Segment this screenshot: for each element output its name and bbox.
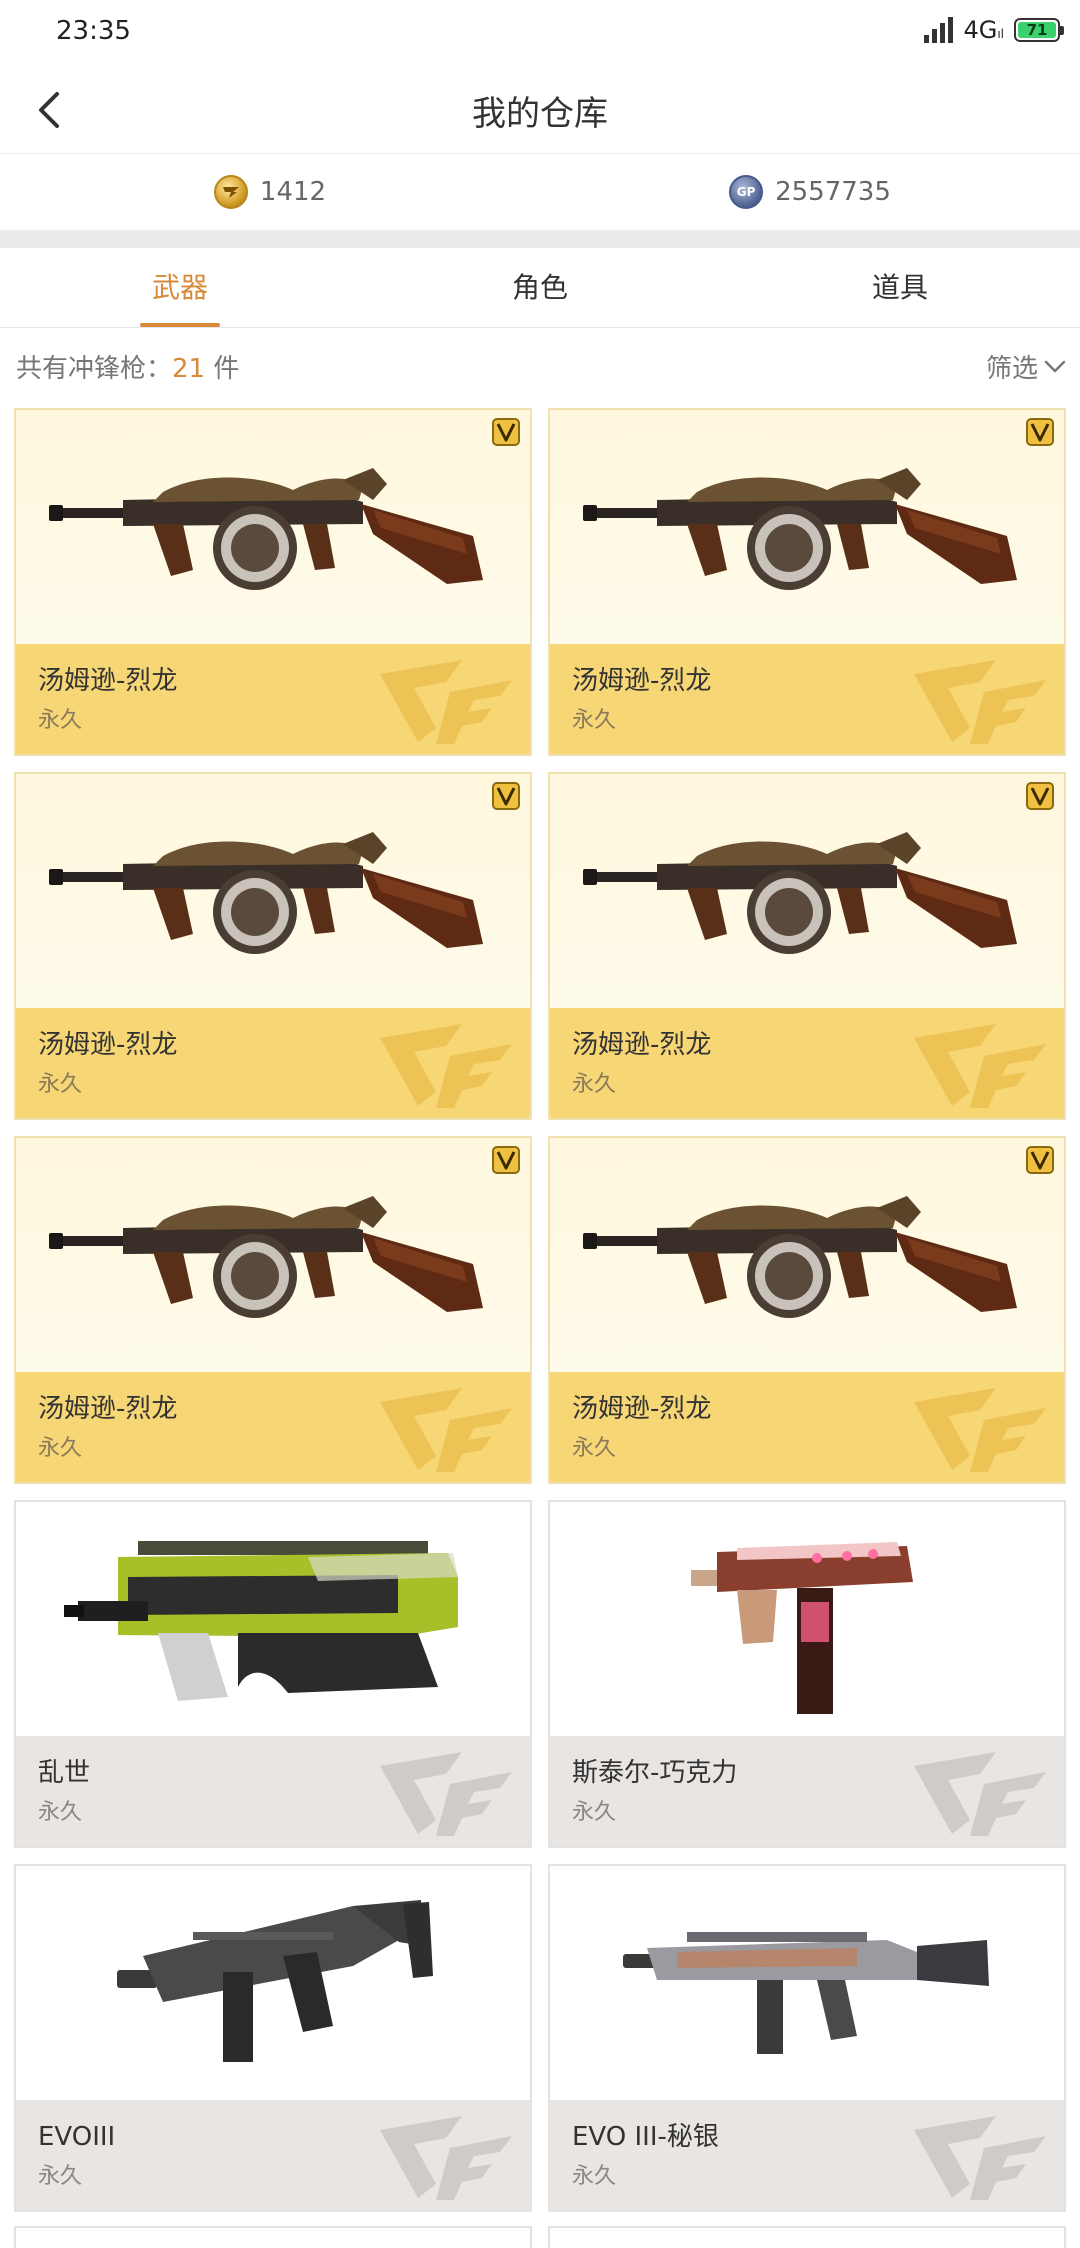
gp-coin-icon: GP: [729, 175, 764, 209]
weapon-info: 汤姆逊-烈龙 永久: [550, 1008, 1064, 1118]
weapon-card[interactable]: 汤姆逊-烈龙 永久: [548, 1136, 1066, 1484]
nav-bar: 我的仓库: [0, 66, 1080, 154]
filter-label: 筛选: [985, 354, 1038, 384]
weapon-image: [16, 1866, 530, 2100]
weapon-image: [550, 1138, 1064, 1372]
evo-weapon-icon: [103, 1876, 443, 2090]
weapon-card[interactable]: 汤姆逊-烈龙 永久: [14, 772, 532, 1120]
weapon-card[interactable]: EVOIII 永久: [14, 1864, 532, 2212]
thompson-weapon-icon: [577, 450, 1037, 604]
section-divider: [0, 230, 1080, 248]
currency-bar: 1412 GP 2557735: [0, 154, 1080, 230]
tmp-weapon-icon: [677, 1512, 937, 1726]
cf-logo-icon: [914, 1752, 1046, 1836]
item-count-number: 21: [172, 354, 206, 384]
weapon-card[interactable]: 汤姆逊-烈龙 永久: [14, 1136, 532, 1484]
weapon-image: [16, 410, 530, 644]
thompson-weapon-icon: [577, 814, 1037, 968]
vip-badge-icon: [1026, 782, 1054, 810]
weapon-info: 乱世 永久: [16, 1736, 530, 1846]
next-row-partial: [14, 2226, 1066, 2248]
status-bar: 23:35 4Gıl 71: [0, 0, 1080, 66]
category-tabs: 武器 角色 道具: [0, 248, 1080, 328]
thompson-weapon-icon: [43, 450, 503, 604]
weapon-info: EVO III-秘银 永久: [550, 2100, 1064, 2210]
cf-logo-icon: [914, 1388, 1046, 1472]
gold-value: 1412: [259, 177, 327, 207]
status-time: 23:35: [56, 16, 131, 46]
cf-logo-icon: [380, 1388, 512, 1472]
thompson-weapon-icon: [43, 814, 503, 968]
count-bar: 共有冲锋枪：21 件 筛选: [0, 330, 1080, 404]
weapon-card[interactable]: 汤姆逊-烈龙 永久: [14, 408, 532, 756]
weapon-info: 汤姆逊-烈龙 永久: [16, 1008, 530, 1118]
weapon-info: 汤姆逊-烈龙 永久: [550, 644, 1064, 754]
page-title: 我的仓库: [472, 94, 608, 134]
vip-badge-icon: [1026, 418, 1054, 446]
cf-logo-icon: [914, 660, 1046, 744]
chevron-down-icon: [1044, 360, 1066, 373]
weapon-card[interactable]: EVO III-秘银 永久: [548, 1864, 1066, 2212]
tab-characters[interactable]: 角色: [360, 248, 720, 327]
tab-items[interactable]: 道具: [720, 248, 1080, 327]
weapon-card[interactable]: 乱世 永久: [14, 1500, 532, 1848]
vip-badge-icon: [492, 782, 520, 810]
cf-logo-icon: [380, 1024, 512, 1108]
weapon-info: 斯泰尔-巧克力 永久: [550, 1736, 1064, 1846]
partial-card[interactable]: [14, 2226, 532, 2248]
weapon-image: [550, 1866, 1064, 2100]
weapon-info: EVOIII 永久: [16, 2100, 530, 2210]
battery-icon: 71: [1014, 18, 1064, 42]
battery-level: 71: [1018, 22, 1056, 38]
gp-value: 2557735: [775, 177, 891, 207]
weapon-card[interactable]: 汤姆逊-烈龙 永久: [548, 772, 1066, 1120]
vip-badge-icon: [1026, 1146, 1054, 1174]
evo-silver-weapon-icon: [617, 1896, 997, 2070]
weapon-image: [550, 774, 1064, 1008]
weapon-image: [550, 1502, 1064, 1736]
weapon-image: [16, 774, 530, 1008]
signal-icon: [924, 17, 954, 43]
cf-logo-icon: [914, 1024, 1046, 1108]
weapon-image: [16, 1502, 530, 1736]
network-type: 4Gıl: [963, 16, 1004, 44]
tab-weapons[interactable]: 武器: [0, 248, 360, 327]
cf-logo-icon: [380, 1752, 512, 1836]
weapon-info: 汤姆逊-烈龙 永久: [16, 1372, 530, 1482]
weapon-card[interactable]: 汤姆逊-烈龙 永久: [548, 408, 1066, 756]
item-count: 共有冲锋枪：21 件: [16, 354, 240, 384]
cf-logo-icon: [380, 2116, 512, 2200]
cf-logo-icon: [914, 2116, 1046, 2200]
cf-logo-icon: [380, 660, 512, 744]
weapon-info: 汤姆逊-烈龙 永久: [550, 1372, 1064, 1482]
gold-balance: 1412: [0, 154, 540, 230]
weapon-image: [16, 1138, 530, 1372]
thompson-weapon-icon: [577, 1178, 1037, 1332]
thompson-weapon-icon: [43, 1178, 503, 1332]
weapon-card[interactable]: 斯泰尔-巧克力 永久: [548, 1500, 1066, 1848]
status-indicators: 4Gıl 71: [924, 16, 1064, 44]
vip-badge-icon: [492, 1146, 520, 1174]
vip-badge-icon: [492, 418, 520, 446]
filter-button[interactable]: 筛选: [986, 348, 1066, 385]
weapon-info: 汤姆逊-烈龙 永久: [16, 644, 530, 754]
partial-card[interactable]: [548, 2226, 1066, 2248]
weapon-image: [550, 410, 1064, 644]
item-grid: 汤姆逊-烈龙 永久 汤姆逊-烈龙 永久 汤姆逊-烈龙 永久 汤姆逊-烈龙 永久 汤姆逊-烈龙 永久…: [14, 408, 1066, 2212]
p90-weapon-icon: [58, 1517, 488, 1721]
gold-coin-icon: [213, 175, 248, 209]
gp-balance: GP 2557735: [540, 154, 1080, 230]
